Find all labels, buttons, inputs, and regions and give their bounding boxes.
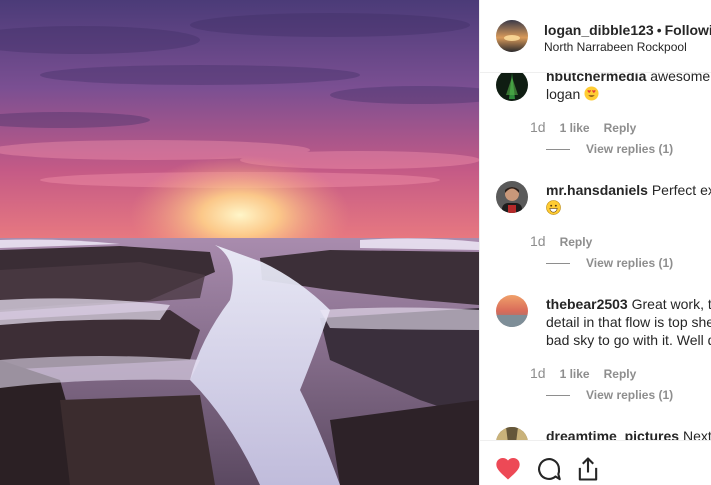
commenter-avatar[interactable]	[496, 181, 528, 213]
comments-list[interactable]: hbutchermedia awesome shot logan 1d 1 lik…	[480, 73, 711, 440]
reply-button[interactable]: Reply	[604, 121, 637, 135]
post-side-panel: logan_dibble123•Following North Narrabee…	[480, 0, 711, 485]
view-replies-button[interactable]: View replies (1)	[546, 256, 673, 270]
comment-item: dreamtime_pictures Next level	[496, 427, 711, 440]
author-username[interactable]: logan_dibble123	[544, 22, 654, 38]
seascape-sunset-image	[0, 0, 479, 485]
comment-body: Next level	[682, 428, 711, 440]
comment-text: mr.hansdaniels Perfect exposure	[546, 181, 711, 199]
comment-age: 1d	[530, 365, 546, 381]
comment-username[interactable]: hbutchermedia	[546, 73, 646, 84]
comment-age: 1d	[530, 119, 546, 135]
comment-text-line: logan	[546, 85, 711, 103]
comment-username[interactable]: dreamtime_pictures	[546, 428, 679, 440]
comment-meta: 1d 1 like Reply	[530, 119, 636, 135]
comment-meta: 1d Reply	[530, 233, 592, 249]
comment-username[interactable]: thebear2503	[546, 296, 628, 312]
commenter-avatar[interactable]	[496, 295, 528, 327]
view-replies-label: View replies (1)	[586, 256, 674, 270]
commenter-avatar[interactable]	[496, 427, 528, 440]
commenter-avatar[interactable]	[496, 73, 528, 101]
view-replies-button[interactable]: View replies (1)	[546, 142, 673, 156]
view-replies-label: View replies (1)	[586, 388, 674, 402]
post-location[interactable]: North Narrabeen Rockpool	[544, 40, 687, 54]
heart-icon[interactable]	[494, 455, 522, 483]
comment-icon[interactable]	[535, 455, 563, 483]
reply-button[interactable]: Reply	[604, 367, 637, 381]
comment-likes[interactable]: 1 like	[560, 121, 590, 135]
replies-line	[546, 263, 570, 265]
comment-text: dreamtime_pictures Next level	[546, 427, 711, 440]
separator-dot: •	[656, 22, 662, 38]
comment-body: Great work, the	[631, 296, 711, 312]
comment-body: Perfect exposure	[651, 182, 711, 198]
comment-text-line: detail in that flow is top shelf	[546, 313, 711, 331]
comment-body-line: detail in that flow is top shelf	[546, 314, 711, 330]
comment-body-line: logan	[546, 86, 581, 102]
view-replies-label: View replies (1)	[586, 142, 674, 156]
view-replies-button[interactable]: View replies (1)	[546, 388, 673, 402]
comment-likes[interactable]: 1 like	[560, 367, 590, 381]
comment-body-line: bad sky to go with it. Well done	[546, 332, 711, 348]
reply-button[interactable]: Reply	[560, 235, 593, 249]
post-actions	[480, 440, 711, 485]
heart-eyes-emoji	[584, 86, 599, 101]
replies-line	[546, 395, 570, 397]
post-photo[interactable]	[0, 0, 479, 485]
author-avatar[interactable]	[496, 20, 528, 52]
comment-item: thebear2503 Great work, the detail in th…	[496, 295, 711, 375]
comment-body: awesome shot	[650, 73, 711, 84]
comment-text-line	[546, 199, 711, 217]
comment-age: 1d	[530, 233, 546, 249]
following-button[interactable]: Following	[665, 22, 711, 38]
comment-meta: 1d 1 like Reply	[530, 365, 636, 381]
replies-line	[546, 149, 570, 151]
comment-text: thebear2503 Great work, the	[546, 295, 711, 313]
comment-item: mr.hansdaniels Perfect exposure	[496, 181, 711, 241]
comment-text-line: bad sky to go with it. Well done	[546, 331, 711, 349]
author-line: logan_dibble123•Following	[544, 22, 711, 38]
grinning-emoji	[546, 200, 561, 215]
comment-username[interactable]: mr.hansdaniels	[546, 182, 648, 198]
post-header: logan_dibble123•Following North Narrabee…	[480, 0, 711, 73]
share-icon[interactable]	[574, 455, 602, 483]
comment-text: hbutchermedia awesome shot	[546, 73, 711, 85]
